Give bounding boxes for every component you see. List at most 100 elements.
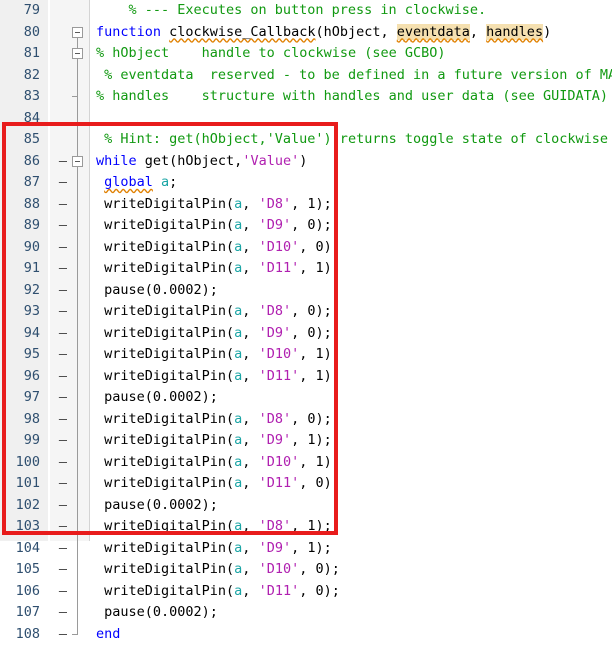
- code-line[interactable]: 80function clockwise_Callback(hObject, e…: [0, 22, 612, 44]
- code-token: ,: [242, 432, 258, 448]
- code-line[interactable]: 103–writeDigitalPin(a, 'D8', 1);: [0, 516, 612, 538]
- code-text[interactable]: writeDigitalPin(a, 'D8', 1);: [104, 194, 332, 216]
- line-number: 98: [0, 409, 40, 431]
- code-text[interactable]: end: [96, 624, 120, 645]
- code-text[interactable]: % Hint: get(hObject,'Value') returns tog…: [104, 129, 608, 151]
- code-text[interactable]: % handles structure with handles and use…: [96, 86, 608, 108]
- code-token: , 1);: [299, 368, 340, 384]
- code-text[interactable]: writeDigitalPin(a, 'D8', 0);: [104, 301, 332, 323]
- code-line[interactable]: 105–writeDigitalPin(a, 'D10', 0);: [0, 559, 612, 581]
- code-token: a: [234, 583, 242, 599]
- code-text[interactable]: writeDigitalPin(a, 'D9', 0);: [104, 215, 332, 237]
- code-line[interactable]: 94– writeDigitalPin(a, 'D9', 0);: [0, 323, 612, 345]
- code-line[interactable]: 100–writeDigitalPin(a, 'D10', 1);: [0, 452, 612, 474]
- line-number: 89: [0, 215, 40, 237]
- code-line[interactable]: 91–writeDigitalPin(a, 'D11', 1);: [0, 258, 612, 280]
- executable-line-dash: –: [56, 559, 70, 581]
- matlab-code-editor[interactable]: 79 % --- Executes on button press in cloc…: [0, 0, 612, 541]
- code-line[interactable]: 79 % --- Executes on button press in cloc…: [0, 0, 612, 22]
- line-number: 95: [0, 344, 40, 366]
- code-text[interactable]: writeDigitalPin(a, 'D10', 1);: [104, 452, 340, 474]
- code-token: , 1);: [291, 540, 332, 556]
- code-line[interactable]: 87–global a;: [0, 172, 612, 194]
- code-token: writeDigitalPin(: [104, 260, 234, 276]
- executable-line-dash: –: [56, 602, 70, 624]
- code-token: ,: [242, 454, 258, 470]
- line-number: 84: [0, 108, 40, 130]
- code-text[interactable]: writeDigitalPin(a, 'D11', 1);: [104, 258, 340, 280]
- code-text[interactable]: writeDigitalPin(a, 'D8', 0);: [104, 409, 332, 431]
- code-line[interactable]: 106–writeDigitalPin(a, 'D11', 0);: [0, 581, 612, 603]
- code-token: 'D10': [259, 561, 300, 577]
- code-line[interactable]: 95– writeDigitalPin(a, 'D10', 1);: [0, 344, 612, 366]
- line-number: 100: [0, 452, 40, 474]
- line-number: 79: [0, 0, 40, 22]
- code-line[interactable]: 108–end: [0, 624, 612, 645]
- code-text[interactable]: writeDigitalPin(a, 'D11', 0);: [104, 473, 340, 495]
- code-text[interactable]: writeDigitalPin(a, 'D10', 0);: [104, 559, 340, 581]
- code-token: 'D11': [259, 583, 300, 599]
- code-text[interactable]: pause(0.0002);: [104, 280, 218, 302]
- code-line[interactable]: 88–writeDigitalPin(a, 'D8', 1);: [0, 194, 612, 216]
- line-number: 107: [0, 602, 40, 624]
- code-line[interactable]: 86–while get(hObject,'Value'): [0, 151, 612, 173]
- code-token: pause(0.0002);: [104, 497, 218, 513]
- line-number: 93: [0, 301, 40, 323]
- code-text[interactable]: pause(0.0002);: [104, 602, 218, 624]
- code-token: pause(0.0002);: [104, 604, 218, 620]
- code-line[interactable]: 93–writeDigitalPin(a, 'D8', 0);: [0, 301, 612, 323]
- code-line[interactable]: 83% handles structure with handles and u…: [0, 86, 612, 108]
- code-line[interactable]: 101–writeDigitalPin(a, 'D11', 0);: [0, 473, 612, 495]
- line-number: 82: [0, 65, 40, 87]
- code-line[interactable]: 82 % eventdata reserved - to be defined i…: [0, 65, 612, 87]
- code-line[interactable]: 98–writeDigitalPin(a, 'D8', 0);: [0, 409, 612, 431]
- code-text[interactable]: writeDigitalPin(a, 'D10', 1);: [104, 344, 340, 366]
- code-text[interactable]: while get(hObject,'Value'): [96, 151, 307, 173]
- code-text[interactable]: writeDigitalPin(a, 'D10', 0);: [104, 237, 340, 259]
- code-token: writeDigitalPin(: [104, 325, 234, 341]
- code-token: ,: [242, 368, 258, 384]
- line-number: 99: [0, 430, 40, 452]
- executable-line-dash: –: [56, 258, 70, 280]
- executable-line-dash: –: [56, 624, 70, 645]
- code-line[interactable]: 99–writeDigitalPin(a, 'D9', 1);: [0, 430, 612, 452]
- code-token: 'D10': [259, 454, 300, 470]
- code-token: writeDigitalPin(: [104, 346, 234, 362]
- code-line[interactable]: 89– writeDigitalPin(a, 'D9', 0);: [0, 215, 612, 237]
- code-line[interactable]: 97–pause(0.0002);: [0, 387, 612, 409]
- code-line[interactable]: 96–writeDigitalPin(a, 'D11', 1);: [0, 366, 612, 388]
- code-text[interactable]: % --- Executes on button press in clockw…: [128, 0, 486, 22]
- code-text[interactable]: writeDigitalPin(a, 'D11', 0);: [104, 581, 340, 603]
- code-token: % handles structure with handles and use…: [96, 88, 608, 104]
- code-text[interactable]: global a;: [104, 172, 177, 194]
- code-line[interactable]: 92–pause(0.0002);: [0, 280, 612, 302]
- executable-line-dash: –: [56, 215, 70, 237]
- code-text[interactable]: writeDigitalPin(a, 'D9', 1);: [104, 430, 332, 452]
- code-line[interactable]: 102–pause(0.0002);: [0, 495, 612, 517]
- code-token: writeDigitalPin(: [104, 475, 234, 491]
- code-token: writeDigitalPin(: [104, 540, 234, 556]
- code-token: % --- Executes on button press in clockw…: [128, 2, 486, 18]
- code-text[interactable]: writeDigitalPin(a, 'D9', 0);: [104, 323, 332, 345]
- executable-line-dash: –: [56, 323, 70, 345]
- code-text[interactable]: pause(0.0002);: [104, 387, 218, 409]
- code-text[interactable]: function clockwise_Callback(hObject, eve…: [96, 22, 551, 44]
- code-line[interactable]: 90–writeDigitalPin(a, 'D10', 0);: [0, 237, 612, 259]
- code-token: [153, 174, 161, 190]
- line-number: 88: [0, 194, 40, 216]
- code-token: , 1);: [299, 260, 340, 276]
- executable-line-dash: –: [56, 344, 70, 366]
- code-text[interactable]: pause(0.0002);: [104, 495, 218, 517]
- code-line[interactable]: 107– pause(0.0002);: [0, 602, 612, 624]
- code-text[interactable]: writeDigitalPin(a, 'D8', 1);: [104, 516, 332, 538]
- code-line[interactable]: 85 % Hint: get(hObject,'Value') returns t…: [0, 129, 612, 151]
- code-token: 'D8': [259, 196, 292, 212]
- code-text[interactable]: % hObject handle to clockwise (see GCBO): [96, 43, 446, 65]
- code-line[interactable]: 84: [0, 108, 612, 130]
- code-text[interactable]: writeDigitalPin(a, 'D11', 1);: [104, 366, 340, 388]
- line-number: 85: [0, 129, 40, 151]
- line-number: 94: [0, 323, 40, 345]
- code-text[interactable]: % eventdata reserved - to be defined in …: [104, 65, 612, 87]
- code-line[interactable]: 81% hObject handle to clockwise (see GCB…: [0, 43, 612, 65]
- code-token: ,: [242, 325, 258, 341]
